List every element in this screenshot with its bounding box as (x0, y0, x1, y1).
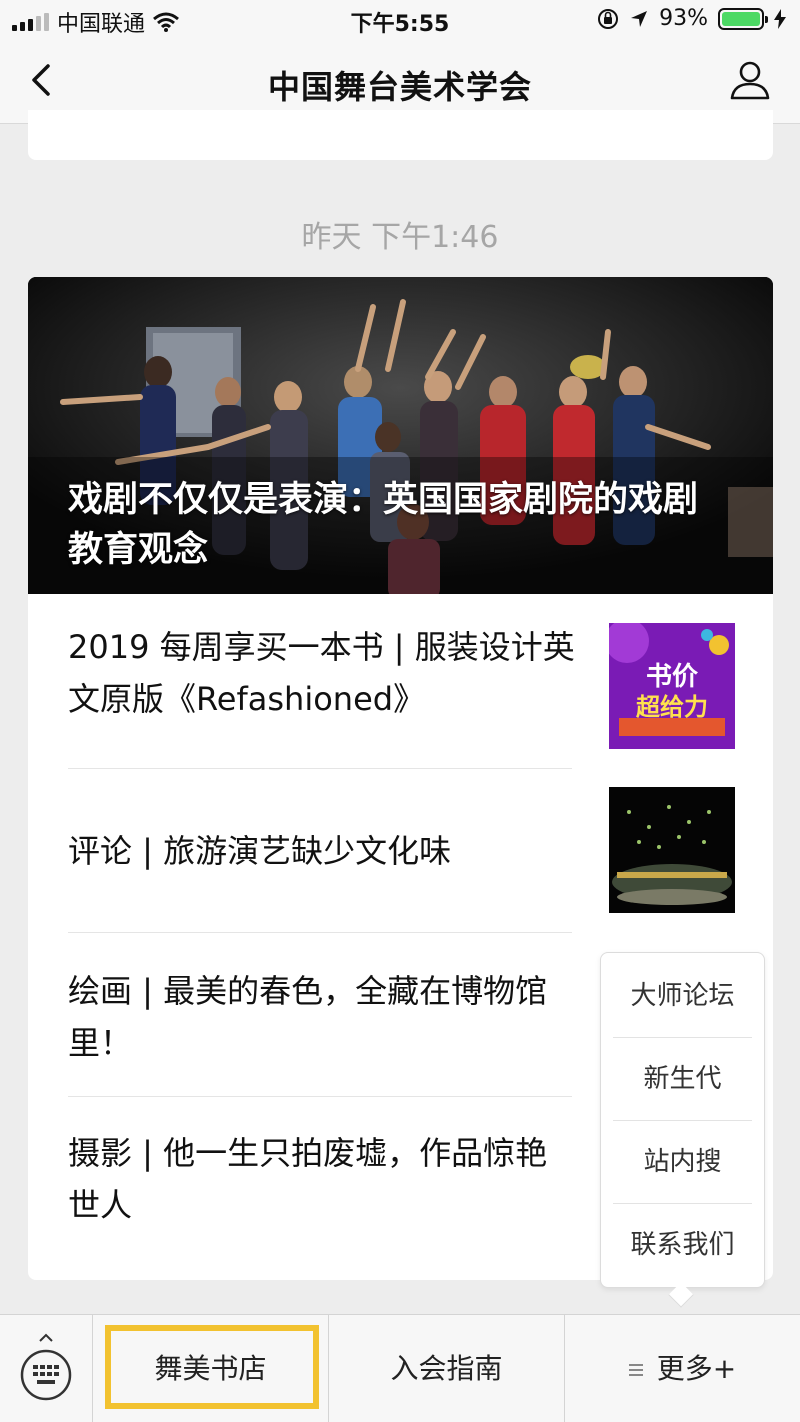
menu-join-guide-button[interactable]: 入会指南 (329, 1315, 565, 1422)
popup-item-new-generation[interactable]: 新生代 (613, 1038, 752, 1121)
location-icon (631, 10, 648, 27)
status-bar: 中国联通 下午5:55 93% (0, 0, 800, 40)
list-item-title: 2019 每周享买一本书 | 服装设计英文原版《Refashioned》 (68, 628, 575, 718)
keyboard-toggle-button[interactable] (0, 1315, 93, 1422)
menu-lines-icon (628, 1361, 643, 1379)
page-title: 中国舞台美术学会 (267, 68, 532, 106)
battery-icon (718, 7, 768, 30)
menu-more-button[interactable]: 更多+ (565, 1315, 800, 1422)
thumbnail-promo-text: 书价 (646, 662, 699, 692)
keyboard-icon (20, 1333, 72, 1401)
user-icon[interactable] (726, 56, 774, 104)
popup-item-contact-us[interactable]: 联系我们 (613, 1204, 752, 1287)
popup-item-site-search[interactable]: 站内搜 (613, 1121, 752, 1204)
thumbnail-image: 书价 超给力 (609, 623, 735, 749)
cover-article[interactable]: 戏剧不仅仅是表演：英国国家剧院的戏剧教育观念 (28, 277, 773, 594)
cover-title: 戏剧不仅仅是表演：英国国家剧院的戏剧教育观念 (68, 480, 699, 570)
menu-more-label: 更多+ (656, 1352, 737, 1385)
list-item-title: 摄影 | 他一生只拍废墟，作品惊艳世人 (68, 1134, 548, 1224)
divider (68, 1096, 572, 1097)
list-item-title: 评论 | 旅游演艺缺少文化味 (68, 832, 452, 870)
thumbnail-image (609, 787, 735, 913)
list-item-title: 绘画 | 最美的春色，全藏在博物馆里！ (68, 972, 548, 1062)
divider (68, 768, 572, 769)
list-item[interactable]: 2019 每周享买一本书 | 服装设计英文原版《Refashioned》 书价 … (68, 613, 735, 753)
bottom-menu-bar: 舞美书店 入会指南 更多+ (0, 1314, 800, 1422)
menu-join-guide-label: 入会指南 (390, 1352, 503, 1385)
previous-message-card[interactable] (28, 110, 773, 160)
charging-icon (774, 8, 786, 29)
list-item[interactable]: 评论 | 旅游演艺缺少文化味 (68, 787, 735, 927)
popup-item-master-forum[interactable]: 大师论坛 (613, 955, 752, 1038)
menu-bookstore-label: 舞美书店 (154, 1352, 267, 1385)
svg-text:超给力: 超给力 (636, 693, 708, 721)
orientation-lock-icon (598, 8, 619, 29)
message-timestamp: 昨天 下午1:46 (301, 220, 499, 255)
battery-percent: 93% (659, 6, 708, 31)
divider (68, 932, 572, 933)
more-popup-menu: 大师论坛 新生代 站内搜 联系我们 (600, 952, 765, 1288)
menu-bookstore-button[interactable]: 舞美书店 (93, 1315, 329, 1422)
